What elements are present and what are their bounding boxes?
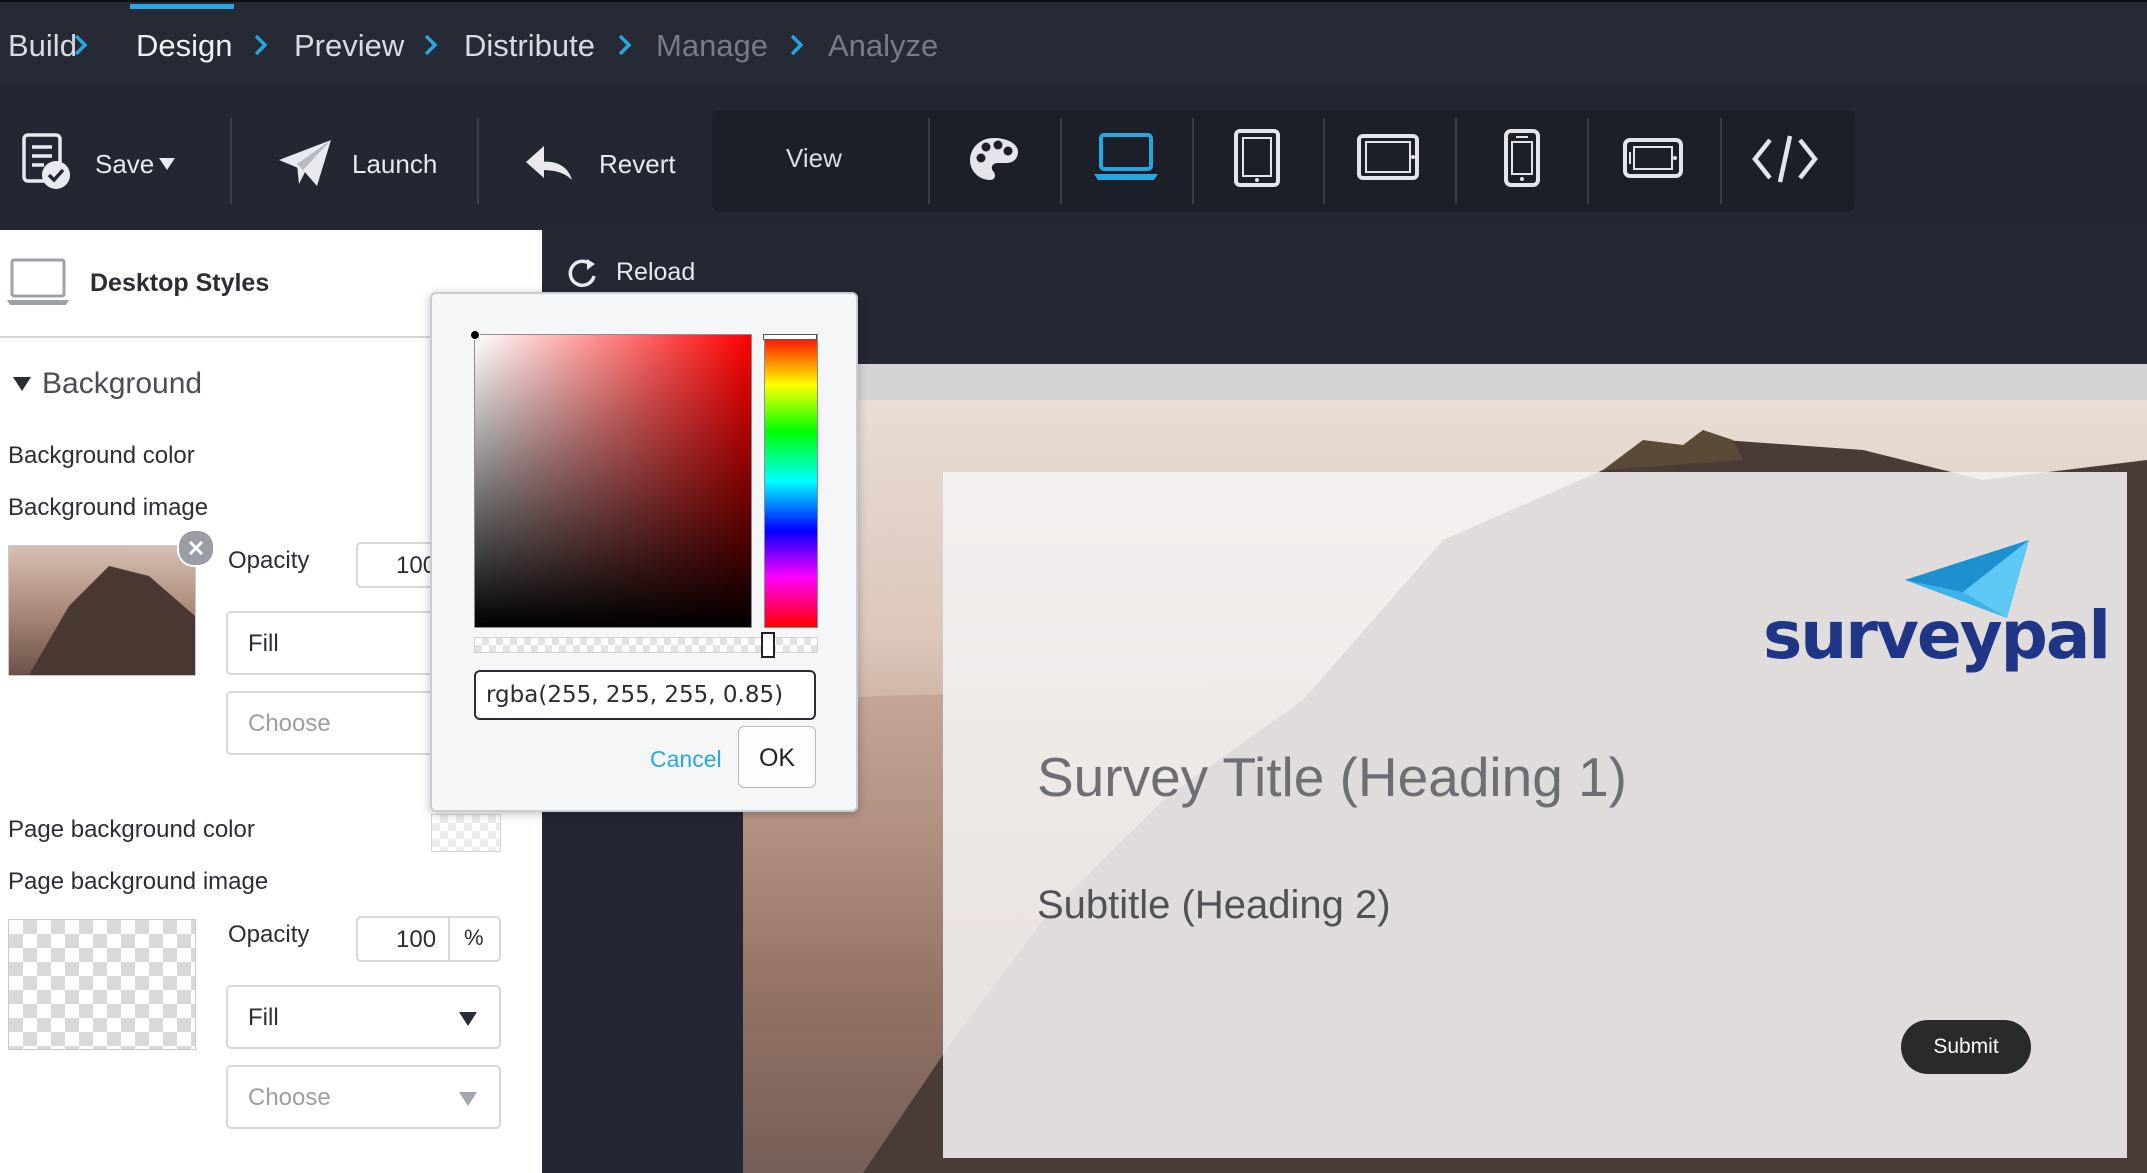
caret-down-icon — [459, 1012, 477, 1026]
alpha-slider[interactable] — [474, 632, 818, 658]
bg-choose-placeholder: Choose — [248, 710, 331, 737]
desktop-icon — [7, 258, 69, 305]
chevron-right-icon — [254, 34, 268, 56]
tablet-portrait-icon[interactable] — [1232, 128, 1282, 188]
reload-label: Reload — [616, 258, 696, 286]
paper-plane-icon — [279, 140, 331, 186]
page-opacity-input[interactable]: 100 % — [356, 916, 501, 962]
palette-icon[interactable] — [968, 136, 1020, 182]
color-picker-popup: rgba(255, 255, 255, 0.85) Cancel OK — [430, 292, 858, 812]
view-divider — [928, 118, 930, 204]
view-divider — [1587, 118, 1589, 204]
nav-step-preview[interactable]: Preview — [294, 26, 404, 66]
background-image-thumbnail[interactable] — [8, 545, 196, 676]
reload-button[interactable]: Reload — [565, 254, 725, 294]
remove-image-button[interactable] — [177, 529, 215, 567]
page-bg-color-swatch[interactable] — [431, 814, 501, 852]
picker-cancel-button[interactable]: Cancel — [650, 744, 722, 774]
nav-step-design[interactable]: Design — [136, 26, 233, 66]
toolbar-divider — [477, 118, 479, 204]
panel-title: Desktop Styles — [90, 269, 270, 297]
percent-unit: % — [464, 925, 484, 950]
view-divider — [1192, 118, 1194, 204]
page-bg-image-thumbnail[interactable] — [8, 919, 196, 1050]
survey-subtitle: Subtitle (Heading 2) — [1037, 883, 1391, 927]
caret-down-icon — [459, 1092, 477, 1106]
active-step-indicator — [130, 4, 234, 9]
background-image-label: Background image — [8, 494, 209, 521]
view-divider — [1720, 118, 1722, 204]
unit-divider — [448, 918, 450, 960]
picker-ok-button[interactable]: OK — [738, 726, 816, 788]
save-document-icon — [22, 133, 70, 189]
launch-label: Launch — [352, 149, 438, 179]
surveypal-logo: surveypal — [1763, 538, 2111, 678]
page-fill-value: Fill — [248, 1004, 279, 1031]
nav-step-manage: Manage — [656, 28, 769, 63]
toolbar-divider — [230, 118, 232, 204]
section-title: Background — [42, 367, 203, 400]
alpha-handle[interactable] — [761, 632, 775, 658]
submit-button[interactable]: Submit — [1901, 1020, 2031, 1074]
close-icon — [188, 540, 204, 556]
bg-fill-value: Fill — [248, 630, 279, 657]
color-value-text: rgba(255, 255, 255, 0.85) — [486, 682, 784, 708]
triangle-down-icon — [13, 377, 31, 391]
page-opacity-value: 100 — [396, 926, 437, 953]
save-button[interactable]: Save — [20, 130, 185, 200]
view-divider — [1455, 118, 1457, 204]
reload-icon — [568, 259, 596, 288]
survey-title: Survey Title (Heading 1) — [1037, 746, 1627, 808]
chevron-right-icon — [424, 34, 438, 56]
background-section-toggle[interactable]: Background — [8, 364, 248, 404]
submit-label: Submit — [1933, 1035, 1999, 1058]
laptop-icon[interactable] — [1093, 132, 1159, 182]
color-cursor[interactable] — [470, 330, 480, 340]
launch-button[interactable]: Launch — [275, 130, 445, 200]
nav-step-distribute[interactable]: Distribute — [464, 26, 595, 66]
view-divider — [1323, 118, 1325, 204]
page-bg-color-label: Page background color — [8, 816, 255, 843]
view-label: View — [786, 143, 842, 173]
undo-arrow-icon — [526, 146, 572, 180]
page-choose-select[interactable]: Choose — [226, 1065, 501, 1129]
view-divider — [1060, 118, 1062, 204]
page-bg-image-label: Page background image — [8, 868, 269, 895]
logo-text: surveypal — [1763, 597, 2111, 674]
page-choose-placeholder: Choose — [248, 1084, 331, 1111]
background-color-label: Background color — [8, 442, 195, 469]
chevron-right-icon — [790, 34, 804, 56]
code-icon[interactable] — [1752, 132, 1818, 186]
chevron-right-icon — [618, 34, 632, 56]
tablet-landscape-icon[interactable] — [1356, 132, 1420, 182]
page-fill-select[interactable]: Fill — [226, 985, 501, 1049]
ok-label: OK — [758, 744, 796, 772]
phone-landscape-icon[interactable] — [1622, 136, 1684, 180]
color-value-input[interactable]: rgba(255, 255, 255, 0.85) — [474, 670, 816, 720]
chevron-right-icon — [74, 34, 88, 56]
nav-step-analyze: Analyze — [828, 28, 939, 63]
hue-slider[interactable] — [763, 334, 818, 628]
caret-down-icon — [159, 158, 175, 170]
workflow-nav: Build Design Preview Distribute Manage A… — [0, 0, 2147, 86]
revert-button[interactable]: Revert — [520, 130, 680, 200]
save-label: Save — [95, 149, 155, 179]
opacity-label: Opacity — [228, 547, 310, 574]
phone-portrait-icon[interactable] — [1502, 128, 1542, 188]
survey-card: surveypal Survey Title (Heading 1) Subti… — [943, 472, 2127, 1158]
preview-page-top — [743, 364, 2147, 400]
saturation-value-area[interactable] — [470, 330, 752, 628]
revert-label: Revert — [599, 149, 676, 179]
page-opacity-label: Opacity — [228, 921, 310, 948]
hue-handle[interactable] — [763, 334, 817, 340]
